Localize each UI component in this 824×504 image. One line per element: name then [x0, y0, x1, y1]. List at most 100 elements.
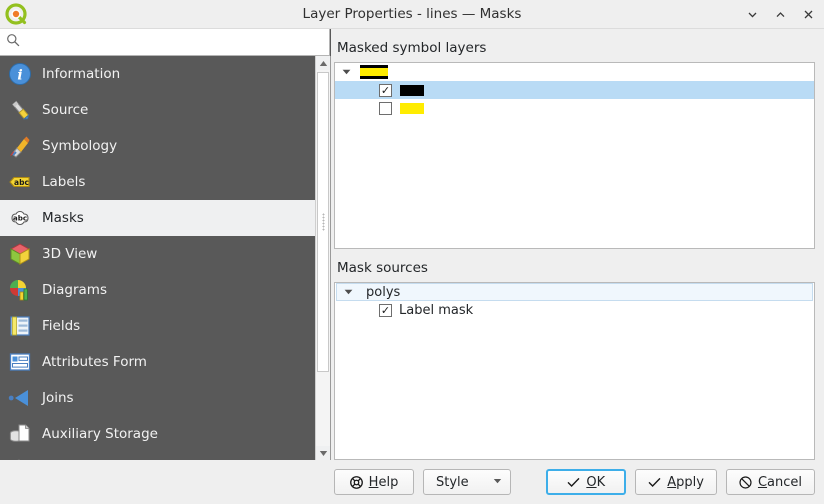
sidebar-item-label: Joins: [42, 390, 74, 406]
symbol-layer-checkbox[interactable]: ✓: [379, 101, 392, 115]
sidebar-item-information[interactable]: i Information: [0, 56, 315, 92]
sidebar-item-label: Labels: [42, 174, 86, 190]
search-icon: [6, 33, 20, 51]
actions-icon: [7, 457, 33, 460]
dialog-button-bar: Help Style OK Apply Cancel: [0, 460, 824, 504]
layer-properties-dialog: Layer Properties - lines — Masks i Infor…: [0, 0, 824, 504]
attributes-form-icon: [7, 349, 33, 375]
style-button-label: Style: [436, 474, 469, 490]
scrollbar-track[interactable]: [316, 70, 330, 446]
sidebar-item-label: Masks: [42, 210, 84, 226]
sidebar-item-label: Diagrams: [42, 282, 107, 298]
sidebar-item-3d-view[interactable]: 3D View: [0, 236, 315, 272]
label-mask-checkbox[interactable]: ✓: [379, 303, 392, 317]
sidebar-item-label: Source: [42, 102, 89, 118]
diagrams-icon: [7, 277, 33, 303]
sidebar-item-joins[interactable]: Joins: [0, 380, 315, 416]
window-controls: [745, 7, 824, 21]
dialog-body: i Information Source Symbology abc Labels abc M…: [0, 29, 824, 460]
scrollbar-grip: [321, 213, 325, 231]
help-button-label: Help: [369, 475, 399, 490]
window-title: Layer Properties - lines — Masks: [302, 6, 522, 22]
apply-button[interactable]: Apply: [635, 469, 717, 495]
chevron-down-icon: [493, 478, 502, 486]
sidebar-item-label: 3D View: [42, 246, 98, 262]
mask-sources-title: Mask sources: [337, 260, 428, 277]
sidebar-item-source[interactable]: Source: [0, 92, 315, 128]
expand-arrow-down-icon[interactable]: [337, 289, 359, 295]
auxiliary-storage-icon: [7, 421, 33, 447]
svg-text:abc: abc: [13, 214, 27, 223]
fields-icon: [7, 313, 33, 339]
cancel-rest: ancel: [767, 474, 802, 490]
help-icon: [349, 475, 363, 489]
masks-page: Masked symbol layers ✓✓ Mask sources pol…: [331, 29, 824, 460]
ok-button-label: OK: [586, 475, 605, 490]
symbol-group-row[interactable]: [335, 63, 814, 81]
close-icon[interactable]: [801, 7, 815, 21]
mask-source-layer-row[interactable]: polys: [336, 283, 813, 302]
scrollbar-thumb[interactable]: [317, 72, 329, 372]
minimize-icon[interactable]: [745, 7, 759, 21]
cancel-button[interactable]: CCancel: [725, 469, 815, 495]
title-bar: Layer Properties - lines — Masks: [0, 0, 824, 29]
search-input[interactable]: [20, 30, 329, 54]
source-icon: [7, 97, 33, 123]
apply-rest: pply: [676, 474, 704, 490]
sidebar-item-labels[interactable]: abc Labels: [0, 164, 315, 200]
symbol-layer-row[interactable]: ✓: [335, 99, 814, 117]
symbol-layer-swatch: [400, 84, 424, 96]
labels-icon: abc: [7, 169, 33, 195]
masked-symbol-layers-tree[interactable]: ✓✓: [334, 62, 815, 249]
sidebar-scrollbar[interactable]: [315, 56, 330, 460]
apply-button-label: Apply: [667, 475, 704, 490]
masks-icon: abc: [7, 205, 33, 231]
sidebar-item-fields[interactable]: Fields: [0, 308, 315, 344]
expand-arrow-down-icon[interactable]: [335, 69, 357, 75]
ok-mnemonic: O: [586, 474, 597, 490]
scroll-down-icon[interactable]: [316, 446, 330, 460]
symbol-layer-swatch: [400, 102, 424, 114]
sidebar-item-symbology[interactable]: Symbology: [0, 128, 315, 164]
3d-view-icon: [7, 241, 33, 267]
sidebar-item-masks[interactable]: abc Masks: [0, 200, 315, 236]
mask-source-item-row[interactable]: ✓ Label mask: [335, 301, 814, 319]
cancel-button-label: CCancel: [758, 475, 802, 490]
sidebar-panel: i Information Source Symbology abc Labels abc M…: [0, 29, 331, 460]
ok-rest: K: [596, 474, 606, 490]
sidebar-list[interactable]: i Information Source Symbology abc Labels abc M…: [0, 56, 315, 460]
symbology-icon: [7, 133, 33, 159]
symbol-layer-row[interactable]: ✓: [335, 81, 814, 99]
joins-icon: [7, 385, 33, 411]
scroll-up-icon[interactable]: [316, 56, 330, 70]
mask-sources-tree[interactable]: polys ✓ Label mask: [334, 282, 815, 460]
symbol-preview-swatch: [360, 65, 388, 79]
cancel-icon: [739, 475, 752, 489]
symbol-layer-checkbox[interactable]: ✓: [379, 83, 392, 97]
ok-button[interactable]: OK: [546, 469, 627, 495]
sidebar-item-label: Attributes Form: [42, 354, 147, 370]
help-mnemonic: H: [368, 474, 379, 490]
maximize-icon[interactable]: [773, 7, 787, 21]
check-icon: [567, 477, 580, 488]
sidebar-item-attributes-form[interactable]: Attributes Form: [0, 344, 315, 380]
apply-mnemonic: A: [667, 474, 677, 490]
sidebar-item-actions[interactable]: Actions: [0, 452, 315, 460]
sidebar-nav-area: i Information Source Symbology abc Labels abc M…: [0, 56, 331, 460]
style-button[interactable]: Style: [423, 469, 511, 495]
information-icon: i: [7, 61, 33, 87]
svg-text:i: i: [17, 68, 22, 84]
sidebar-item-diagrams[interactable]: Diagrams: [0, 272, 315, 308]
help-button[interactable]: Help: [334, 469, 414, 495]
sidebar-item-label: Symbology: [42, 138, 118, 154]
sidebar-item-label: Auxiliary Storage: [42, 426, 158, 442]
help-rest: elp: [378, 474, 399, 490]
sidebar-item-label: Fields: [42, 318, 81, 334]
search-box[interactable]: [0, 29, 330, 56]
masked-symbol-layers-title: Masked symbol layers: [337, 40, 487, 56]
sidebar-item-auxiliary-storage[interactable]: Auxiliary Storage: [0, 416, 315, 452]
sidebar-item-label: Information: [42, 66, 121, 82]
panel-gap: [334, 249, 815, 261]
svg-text:abc: abc: [14, 178, 29, 187]
check-icon: [648, 477, 661, 488]
